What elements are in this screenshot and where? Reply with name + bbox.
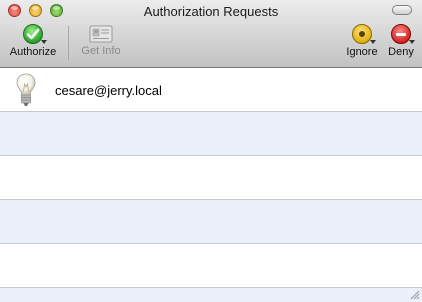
id-card-icon [89,25,113,43]
authorize-label: Authorize [9,46,57,58]
deny-button[interactable]: Deny [386,24,416,58]
empty-row [0,288,422,302]
ignore-dot [359,31,365,37]
menu-arrow-icon [41,40,47,44]
authorize-button[interactable]: Authorize [8,24,58,58]
empty-row [0,244,422,288]
ignore-icon [352,24,376,44]
deny-icon [391,24,415,44]
resize-grip-icon[interactable] [408,288,420,300]
window-toolbar: Authorization Requests Authorize Get Inf… [0,0,422,68]
requests-list: cesare@jerry.local [0,68,422,302]
empty-row [0,156,422,200]
menu-arrow-icon [370,40,376,44]
toolbar-toggle-button[interactable] [392,5,412,15]
get-info-button[interactable]: Get Info [78,24,124,57]
empty-row [0,200,422,244]
ignore-button[interactable]: Ignore [342,24,382,58]
get-info-label: Get Info [81,45,121,57]
minus-bar [396,33,406,36]
ignore-label: Ignore [346,46,378,58]
toolbar-separator [68,26,69,60]
empty-row [0,112,422,156]
window-title: Authorization Requests [143,4,279,19]
request-row[interactable]: cesare@jerry.local [0,68,422,112]
checkmark-icon [23,24,47,44]
request-user: cesare@jerry.local [55,83,162,98]
menu-arrow-icon [409,40,415,44]
deny-label: Deny [388,46,414,58]
lightbulb-icon [16,73,36,106]
